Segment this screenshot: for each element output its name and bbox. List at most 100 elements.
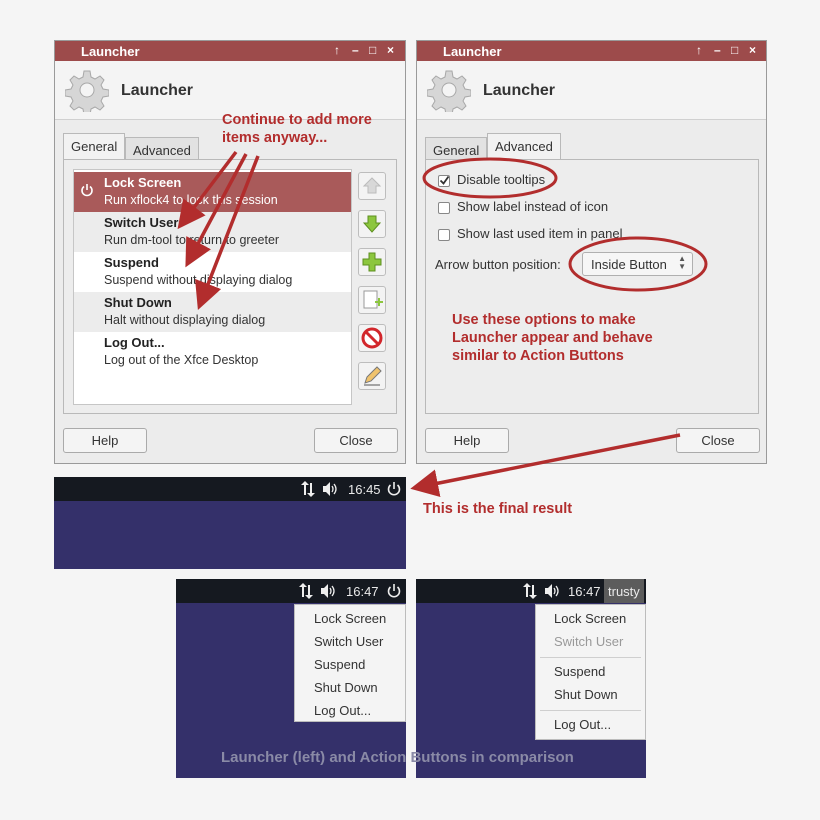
window-title: Launcher [443,44,502,59]
volume-icon [545,584,559,598]
list-item[interactable]: Suspend Suspend without displaying dialo… [74,252,351,292]
tab-advanced[interactable]: Advanced [125,137,199,161]
add-empty-item-button[interactable] [358,286,386,314]
item-description: Run xflock4 to lock this session [104,193,278,207]
annotation-line: Launcher appear and behave [452,330,653,346]
move-down-icon [362,215,382,233]
annotation-line: Use these options to make [452,312,636,328]
network-icon [523,583,537,599]
show-last-used-checkbox[interactable] [438,229,450,241]
annotation-options: Use these options to make Launcher appea… [452,311,653,365]
show-last-used-label[interactable]: Show last used item in panel [457,226,622,241]
item-description: Run dm-tool to return to greeter [104,233,280,247]
username-button[interactable]: trusty [604,579,644,603]
item-name: Lock Screen [104,175,182,190]
launcher-menu: Lock Screen Switch User Suspend Shut Dow… [294,604,406,722]
action-buttons-top-panel: 16:47 trusty [416,579,646,603]
comparison-caption: Launcher (left) and Action Buttons in co… [221,749,574,766]
arrow-position-select[interactable]: Inside Button ▲ ▼ [582,252,693,276]
item-description: Suspend without displaying dialog [104,273,293,287]
menu-separator [540,657,641,658]
remove-item-button[interactable] [358,324,386,352]
annotation-final-result: This is the final result [423,501,573,517]
arrow-position-label: Arrow button position: [435,257,561,272]
menu-item-suspend[interactable]: Suspend [554,664,605,679]
clock[interactable]: 16:45 [348,482,381,497]
move-up-icon [362,177,382,194]
title-bar[interactable]: Launcher ↑ – □ × [417,41,766,61]
menu-item-shut-down[interactable]: Shut Down [314,680,378,695]
menu-item-log-out[interactable]: Log Out... [314,703,371,718]
add-empty-icon [363,290,383,309]
menu-separator [540,710,641,711]
menu-item-lock-screen[interactable]: Lock Screen [554,611,626,626]
power-icon [81,184,93,197]
move-down-button[interactable] [358,210,386,238]
spinner-arrows-icon: ▲ ▼ [678,254,686,271]
tab-general[interactable]: General [63,133,126,160]
help-button[interactable]: Help [63,428,147,453]
item-description: Halt without displaying dialog [104,313,266,327]
dialog-heading: Launcher [483,82,556,99]
item-name: Suspend [104,255,159,270]
maximize-button[interactable]: □ [731,43,738,57]
add-item-button[interactable] [358,248,386,276]
power-icon[interactable] [386,583,402,599]
annotation-line: similar to Action Buttons [452,348,624,364]
desktop-background [54,501,406,569]
tab-panel: Disable tooltips Show label instead of i… [425,159,759,414]
clock[interactable]: 16:47 [346,584,379,599]
menu-item-lock-screen[interactable]: Lock Screen [314,611,386,626]
menu-item-log-out[interactable]: Log Out... [554,717,611,732]
move-up-button[interactable] [358,172,386,200]
window-title: Launcher [81,44,140,59]
list-item[interactable]: Switch User Run dm-tool to return to gre… [74,212,351,252]
item-description: Log out of the Xfce Desktop [104,353,259,367]
edit-icon [364,366,382,386]
list-item[interactable]: Shut Down Halt without displaying dialog [74,292,351,332]
action-buttons-menu: Lock Screen Switch User Suspend Shut Dow… [535,604,646,740]
menu-item-shut-down[interactable]: Shut Down [554,687,618,702]
arrow-position-value: Inside Button [591,257,667,272]
show-label-label[interactable]: Show label instead of icon [457,199,608,214]
checkmark-icon [439,175,450,185]
item-name: Shut Down [104,295,172,310]
show-label-checkbox[interactable] [438,202,450,214]
menu-item-suspend[interactable]: Suspend [314,657,365,672]
power-icon[interactable] [386,481,402,497]
tab-advanced[interactable]: Advanced [487,133,561,160]
annotation-line: items anyway... [222,130,328,146]
final-top-panel: 16:45 [54,477,406,501]
clock[interactable]: 16:47 [568,584,601,599]
gear-icon [65,70,109,112]
close-window-button[interactable]: × [387,43,394,57]
edit-item-button[interactable] [358,362,386,390]
launcher-dialog-advanced: Launcher ↑ – □ × Launcher General Advanc… [416,40,767,464]
close-button[interactable]: Close [314,428,398,453]
help-button[interactable]: Help [425,428,509,453]
minimize-button[interactable]: – [714,43,721,57]
remove-icon [361,327,383,349]
annotation-line: Continue to add more [222,112,372,128]
dialog-header: Launcher [417,61,766,120]
disable-tooltips-checkbox[interactable] [438,175,450,187]
menu-item-switch-user: Switch User [554,634,624,649]
maximize-button[interactable]: □ [369,43,376,57]
keep-above-button[interactable]: ↑ [334,43,340,57]
title-bar[interactable]: Launcher ↑ – □ × [55,41,405,61]
close-button[interactable]: Close [676,428,760,453]
close-window-button[interactable]: × [749,43,756,57]
minimize-button[interactable]: – [352,43,359,57]
launcher-top-panel: 16:47 [176,579,406,603]
launcher-item-list[interactable]: Lock Screen Run xflock4 to lock this ses… [73,169,352,405]
menu-item-switch-user[interactable]: Switch User [314,634,383,649]
tab-general[interactable]: General [425,137,488,161]
volume-icon [323,482,337,496]
keep-above-button[interactable]: ↑ [696,43,702,57]
dialog-heading: Launcher [121,82,194,99]
list-item[interactable]: Log Out... Log out of the Xfce Desktop [74,332,351,372]
launcher-dialog-general: Launcher ↑ – □ × Launcher General Advanc… [54,40,406,464]
list-item[interactable]: Lock Screen Run xflock4 to lock this ses… [74,172,351,212]
network-icon [301,481,315,497]
disable-tooltips-label[interactable]: Disable tooltips [457,172,545,187]
